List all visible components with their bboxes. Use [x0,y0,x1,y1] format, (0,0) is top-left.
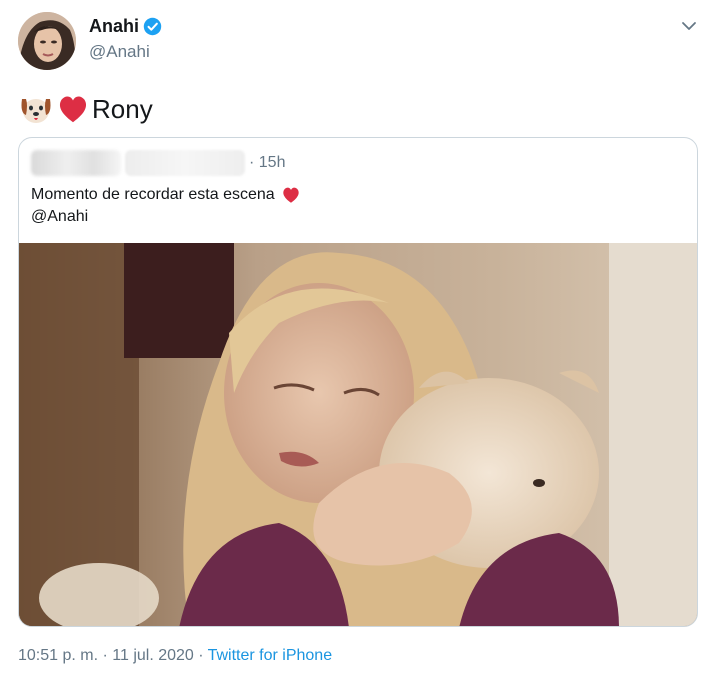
tweet-footer: 10:51 p. m. · 11 jul. 2020 · Twitter for… [18,647,332,665]
quoted-tweet-media[interactable] [19,243,697,626]
red-heart-emoji-icon [283,187,299,203]
red-heart-emoji-icon [59,96,87,123]
dog-face-emoji-icon [21,99,51,123]
blurred-author-handle [125,150,245,176]
quoted-tweet-text: Momento de recordar esta escena @Anahi [31,184,301,228]
author-handle[interactable]: @Anahi [89,42,150,62]
tweet-text: Rony [18,91,153,127]
avatar-image [18,12,76,70]
quoted-tweet-header: · 15h [31,150,285,176]
author-avatar[interactable] [18,12,76,70]
author-display-name[interactable]: Anahi [89,16,139,37]
video-thumbnail-image [19,243,697,626]
tweet-source-link[interactable]: Twitter for iPhone [208,647,333,665]
tweet-datetime[interactable]: 10:51 p. m. · 11 jul. 2020 · [18,647,204,665]
quoted-tweet-mention[interactable]: @Anahi [31,206,301,228]
quoted-tweet-card[interactable]: · 15h Momento de recordar esta escena @A… [18,137,698,627]
quoted-tweet-text-line1: Momento de recordar esta escena [31,186,275,203]
tweet-text-content: Rony [92,93,153,124]
chevron-down-icon[interactable] [680,17,698,35]
verified-badge-icon [143,17,162,36]
author-name-row[interactable]: Anahi [89,16,162,37]
quoted-tweet-time[interactable]: · 15h [249,154,285,172]
blurred-author-name [31,150,121,176]
